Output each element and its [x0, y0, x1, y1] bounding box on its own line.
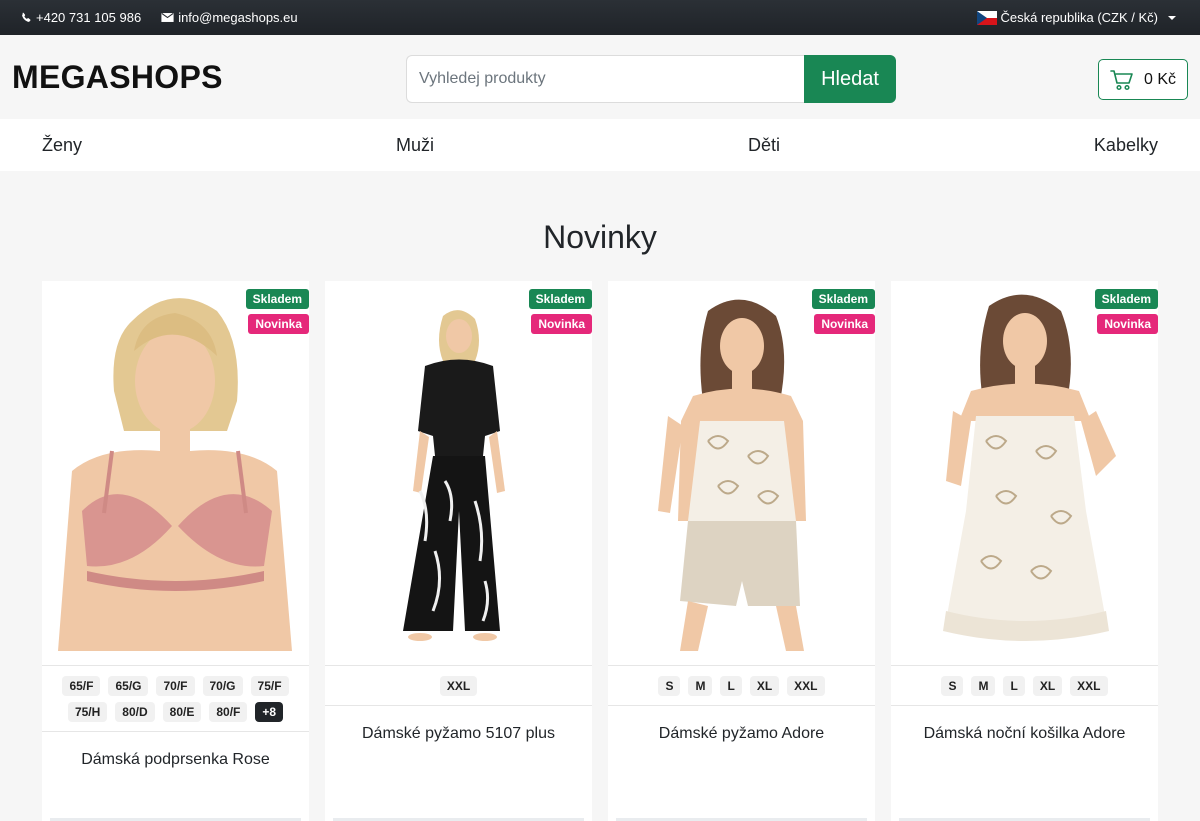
product-grid: Skladem Novinka 65/F 65/G 70/F 70/G 75/F…: [42, 281, 1158, 821]
czech-flag-icon: [976, 10, 997, 25]
size-option[interactable]: S: [658, 676, 681, 696]
size-option[interactable]: 75/H: [67, 702, 108, 722]
size-option[interactable]: 70/F: [156, 676, 195, 696]
size-option[interactable]: 80/E: [162, 702, 202, 722]
product-image[interactable]: Skladem Novinka: [608, 281, 875, 666]
size-option[interactable]: XXL: [787, 676, 825, 696]
size-option[interactable]: 65/F: [62, 676, 101, 696]
product-image[interactable]: Skladem Novinka: [891, 281, 1158, 666]
product-name[interactable]: Dámské pyžamo 5107 plus: [325, 706, 592, 743]
size-list: 65/F 65/G 70/F 70/G 75/F 75/H 80/D 80/E …: [42, 666, 309, 732]
product-name[interactable]: Dámské pyžamo Adore: [608, 706, 875, 743]
phone-number: +420 731 105 986: [36, 10, 142, 25]
size-option[interactable]: 80/F: [209, 702, 248, 722]
product-card[interactable]: Skladem Novinka 65/F 65/G 70/F 70/G 75/F…: [42, 281, 309, 821]
phone-contact[interactable]: +420 731 105 986: [20, 10, 141, 25]
chevron-down-icon: [1168, 15, 1176, 20]
size-option[interactable]: M: [688, 676, 713, 696]
nav-item-zeny[interactable]: Ženy: [42, 135, 82, 156]
product-name[interactable]: Dámská noční košilka Adore: [891, 706, 1158, 743]
site-logo[interactable]: MEGASHOPS: [12, 59, 223, 96]
new-badge: Novinka: [531, 314, 592, 334]
region-label: Česká republika (CZK / Kč): [1000, 10, 1159, 25]
new-badge: Novinka: [248, 314, 309, 334]
section-title: Novinky: [543, 219, 657, 255]
contact-info: +420 731 105 986 info@megashops.eu: [20, 10, 298, 25]
size-option[interactable]: XL: [1032, 676, 1063, 696]
size-option[interactable]: 65/G: [108, 676, 149, 696]
search-input[interactable]: [406, 55, 804, 103]
search-button[interactable]: Hledat: [804, 55, 896, 103]
email-contact[interactable]: info@megashops.eu: [161, 10, 298, 25]
nav-item-muzi[interactable]: Muži: [396, 135, 434, 156]
product-image[interactable]: Skladem Novinka: [325, 281, 592, 666]
more-sizes-badge[interactable]: +8: [255, 702, 284, 722]
product-card[interactable]: Skladem Novinka S M L XL XXL Dámské pyža…: [608, 281, 875, 821]
cart-icon: [1110, 69, 1133, 90]
size-option[interactable]: L: [720, 676, 742, 696]
size-option[interactable]: M: [971, 676, 996, 696]
top-bar: +420 731 105 986 info@megashops.eu Česká…: [0, 0, 1200, 38]
email-address: info@megashops.eu: [178, 10, 298, 25]
product-photo-pyjamas-adore: [658, 299, 806, 651]
size-option[interactable]: XXL: [439, 676, 478, 696]
stock-badge: Skladem: [528, 289, 592, 309]
nav-item-kabelky[interactable]: Kabelky: [1094, 135, 1158, 156]
size-option[interactable]: S: [941, 676, 964, 696]
region-selector[interactable]: Česká republika (CZK / Kč): [976, 10, 1176, 25]
product-name[interactable]: Dámská podprsenka Rose: [42, 732, 309, 769]
product-image[interactable]: Skladem Novinka: [42, 281, 309, 666]
main-nav: Ženy Muži Děti Kabelky: [0, 119, 1200, 171]
new-badge: Novinka: [814, 314, 875, 334]
size-option[interactable]: XXL: [1070, 676, 1108, 696]
product-photo-pyjamas-black: [403, 310, 505, 641]
site-header: MEGASHOPS Hledat 0 Kč: [0, 35, 1200, 119]
size-option[interactable]: 75/F: [250, 676, 289, 696]
product-photo-bra: [58, 296, 293, 651]
search-form: Hledat: [406, 55, 896, 103]
product-card[interactable]: Skladem Novinka S M L XL XXL Dámská nočn…: [891, 281, 1158, 821]
stock-badge: Skladem: [1094, 289, 1158, 309]
cart-total: 0 Kč: [1143, 70, 1176, 88]
size-list: S M L XL XXL: [891, 666, 1158, 706]
size-option[interactable]: XL: [749, 676, 780, 696]
stock-badge: Skladem: [245, 289, 309, 309]
size-option[interactable]: L: [1003, 676, 1025, 696]
size-option[interactable]: 70/G: [202, 676, 243, 696]
envelope-icon: [161, 13, 174, 22]
new-badge: Novinka: [1097, 314, 1158, 334]
size-option[interactable]: 80/D: [115, 702, 155, 722]
product-card[interactable]: Skladem Novinka XXL Dámské pyžamo 5107 p…: [325, 281, 592, 821]
nav-item-deti[interactable]: Děti: [748, 135, 780, 156]
size-list: XXL: [325, 666, 592, 706]
phone-icon: [22, 12, 31, 22]
cart-button[interactable]: 0 Kč: [1098, 59, 1188, 100]
product-photo-nightgown-adore: [943, 294, 1116, 641]
stock-badge: Skladem: [811, 289, 875, 309]
size-list: S M L XL XXL: [608, 666, 875, 706]
